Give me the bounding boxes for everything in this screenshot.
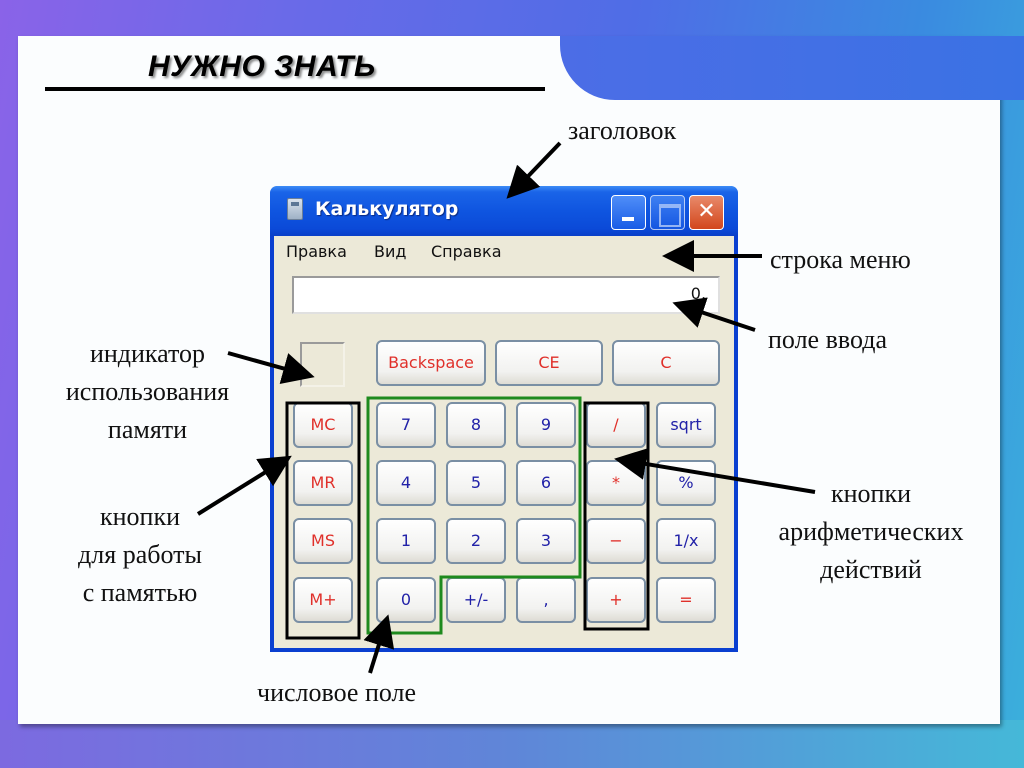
menu-view[interactable]: Вид: [374, 242, 406, 261]
digit-3-button[interactable]: 3: [516, 518, 576, 564]
menu-edit[interactable]: Правка: [286, 242, 347, 261]
multiply-button[interactable]: *: [586, 460, 646, 506]
label-menubar: строка меню: [770, 245, 911, 274]
title-bar[interactable]: Калькулятор ✕: [270, 186, 738, 236]
digit-0-button[interactable]: 0: [376, 577, 436, 623]
minimize-button[interactable]: [611, 195, 646, 230]
title-underline: [45, 87, 545, 91]
digit-1-button[interactable]: 1: [376, 518, 436, 564]
menu-help[interactable]: Справка: [431, 242, 502, 261]
label-memory-indicator: индикатор использования памяти: [65, 339, 230, 444]
close-button[interactable]: ✕: [689, 195, 724, 230]
sqrt-button[interactable]: sqrt: [656, 402, 716, 448]
window-title: Калькулятор: [315, 198, 459, 220]
maximize-button[interactable]: [650, 195, 685, 230]
sign-toggle-button[interactable]: +/-: [446, 577, 506, 623]
equals-button[interactable]: =: [656, 577, 716, 623]
add-button[interactable]: +: [586, 577, 646, 623]
ms-button[interactable]: MS: [293, 518, 353, 564]
decimal-button[interactable]: ,: [516, 577, 576, 623]
label-numeric-field: числовое поле: [257, 678, 417, 707]
calculator-icon: [287, 198, 303, 220]
percent-button[interactable]: %: [656, 460, 716, 506]
calculator-body: Правка Вид Справка 0, Backspace CE C MC …: [274, 236, 734, 648]
memory-indicator: [300, 342, 345, 387]
mc-button[interactable]: MC: [293, 402, 353, 448]
display-field[interactable]: 0,: [292, 276, 720, 314]
slide-background-bottom: [0, 720, 1024, 768]
digit-5-button[interactable]: 5: [446, 460, 506, 506]
label-titlebar: заголовок: [568, 116, 677, 145]
slide-title: НУЖНО ЗНАТЬ: [148, 50, 376, 83]
digit-6-button[interactable]: 6: [516, 460, 576, 506]
c-button[interactable]: C: [612, 340, 720, 386]
label-memory-buttons: кнопки для работы с памятью: [78, 502, 202, 607]
calculator-window: Калькулятор ✕ Правка Вид Справка 0, Back…: [270, 186, 738, 652]
slide-panel-corner: [560, 36, 1024, 100]
digit-4-button[interactable]: 4: [376, 460, 436, 506]
digit-2-button[interactable]: 2: [446, 518, 506, 564]
subtract-button[interactable]: −: [586, 518, 646, 564]
digit-7-button[interactable]: 7: [376, 402, 436, 448]
digit-9-button[interactable]: 9: [516, 402, 576, 448]
mr-button[interactable]: MR: [293, 460, 353, 506]
reciprocal-button[interactable]: 1/x: [656, 518, 716, 564]
label-arithmetic-buttons: кнопки арифметических действий: [778, 479, 964, 584]
label-input-field: поле ввода: [768, 325, 887, 354]
menu-bar: Правка Вид Справка: [274, 236, 734, 268]
m-plus-button[interactable]: M+: [293, 577, 353, 623]
digit-8-button[interactable]: 8: [446, 402, 506, 448]
divide-button[interactable]: /: [586, 402, 646, 448]
ce-button[interactable]: CE: [495, 340, 603, 386]
backspace-button[interactable]: Backspace: [376, 340, 486, 386]
